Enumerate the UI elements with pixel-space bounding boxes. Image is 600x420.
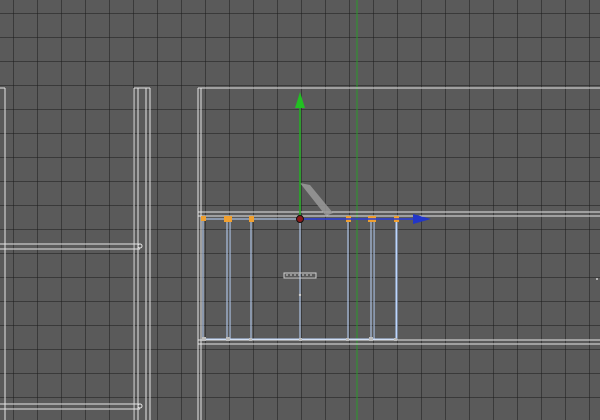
left-wall-pivot-2	[137, 403, 143, 409]
move-gizmo[interactable]	[295, 92, 431, 224]
window-center-dot	[298, 293, 302, 297]
stray-vertex	[596, 278, 598, 280]
xy-plane-handle[interactable]	[300, 183, 333, 216]
selected-window-object[interactable]	[202, 218, 398, 340]
gizmo-pivot-icon[interactable]	[296, 215, 304, 223]
viewport-canvas[interactable]	[0, 0, 600, 420]
left-wall-wireframe[interactable]	[0, 87, 151, 420]
y-axis-arrow-icon[interactable]	[295, 92, 305, 108]
3d-viewport[interactable]	[0, 0, 600, 420]
left-wall-pivot	[137, 243, 143, 249]
room-wireframe[interactable]	[197, 87, 600, 420]
